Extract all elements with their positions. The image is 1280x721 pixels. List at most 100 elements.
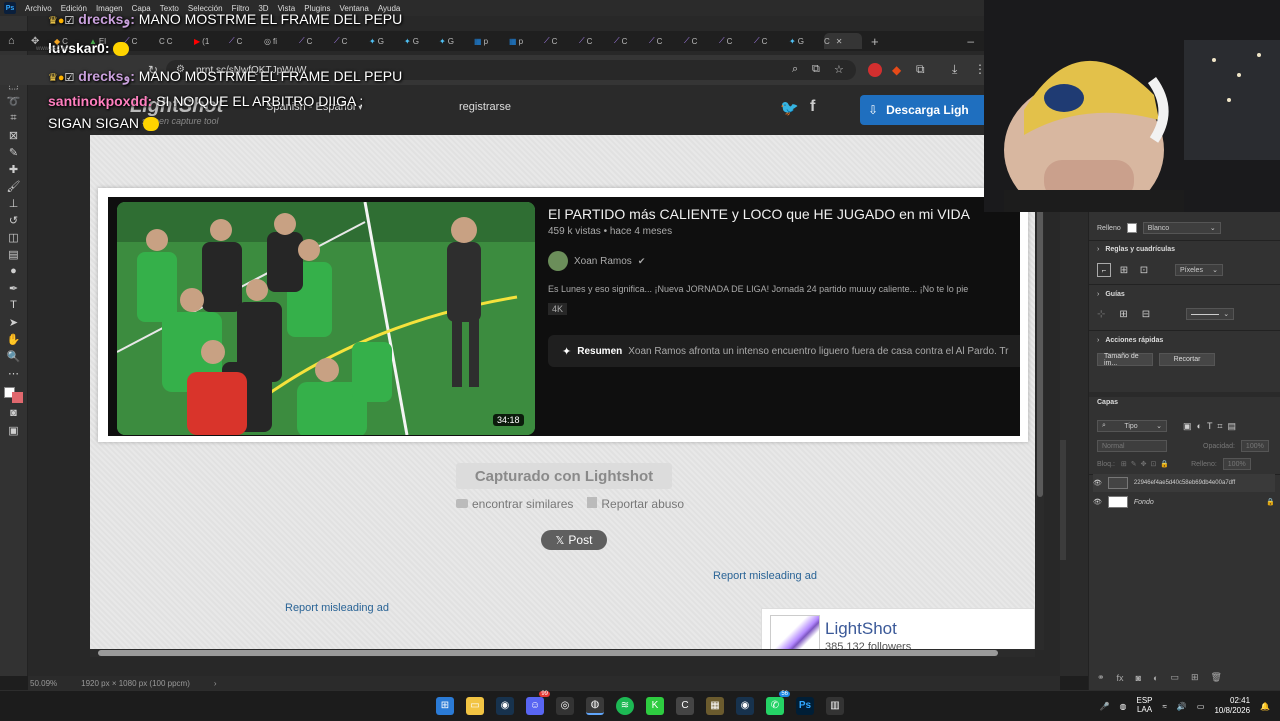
volume-icon[interactable]: 🔊 <box>1177 702 1187 711</box>
opacity-value[interactable]: 100% <box>1240 440 1269 452</box>
zoom-level[interactable]: 50.09% <box>30 679 57 688</box>
horizontal-scrollbar[interactable] <box>90 649 1035 657</box>
dodge-tool-icon[interactable]: ● <box>6 264 22 278</box>
eye-icon[interactable]: 👁 <box>1093 479 1102 487</box>
extension-icon[interactable] <box>868 63 882 77</box>
more-tools-icon[interactable]: ⋯ <box>6 366 22 380</box>
browser-tab[interactable]: ▦ p <box>474 33 506 49</box>
collapse-icon[interactable]: › <box>1097 337 1099 344</box>
browser-tab[interactable]: ⟋ C <box>579 33 611 49</box>
browser-tab[interactable]: ▦ p <box>509 33 541 49</box>
microphone-icon[interactable]: 🎤 <box>1100 702 1110 711</box>
browser-tab[interactable]: ✦ G <box>789 33 821 49</box>
clock[interactable]: 02:41 10/8/2026 <box>1214 696 1250 715</box>
register-link[interactable]: registrarse <box>459 101 511 113</box>
eye-icon[interactable]: 👁 <box>1093 498 1102 506</box>
guides-section-title[interactable]: Guías <box>1105 291 1124 298</box>
layers-title[interactable]: Capas <box>1097 399 1118 406</box>
guide-add-icon[interactable]: ⊞ <box>1119 309 1127 320</box>
units-dropdown[interactable]: Píxeles ⌄ <box>1175 264 1223 276</box>
image-size-button[interactable]: Tamaño de im... <box>1097 353 1153 367</box>
fill-value[interactable]: 100% <box>1222 458 1251 470</box>
browser-tab[interactable]: ⟋ C <box>719 33 751 49</box>
lock-icons[interactable]: ⊞✎✥⊡🔒 <box>1121 460 1173 468</box>
layer-row[interactable]: 👁 22946ef4ae5d40c58eb69db4e00a7dff <box>1093 474 1275 492</box>
spotify-icon[interactable]: ≋ <box>616 696 634 715</box>
download-icon[interactable]: ⤓ <box>952 62 957 77</box>
extensions-puzzle-icon[interactable]: ⧉ <box>916 62 925 77</box>
channel-link[interactable]: Xoan Ramos ✔ <box>548 251 645 271</box>
battery-icon[interactable]: ▭ <box>1197 702 1205 711</box>
blend-mode-dropdown[interactable]: Normal <box>1097 440 1167 452</box>
bookmark-star-icon[interactable]: ☆ <box>834 63 844 76</box>
color-swatches[interactable] <box>4 387 23 403</box>
layer-name[interactable]: Fondo <box>1134 499 1154 506</box>
browser-tab[interactable]: ✦ G <box>439 33 471 49</box>
ruler-icon[interactable]: ⌐ <box>1097 263 1111 277</box>
report-misleading-ad-link[interactable]: Report misleading ad <box>285 602 389 614</box>
screen-mode-icon[interactable]: ▣ <box>6 423 22 437</box>
link-icon[interactable]: ⚭ <box>1097 672 1105 683</box>
zoom-icon[interactable]: ⌕ <box>792 63 798 76</box>
new-layer-icon[interactable]: ⊞ <box>1191 672 1199 683</box>
pen-tool-icon[interactable]: ✒ <box>6 281 22 295</box>
guide-layout-icon[interactable]: ⊹ <box>1097 309 1105 320</box>
lightshot-facebook-widget[interactable]: LightShot 385,132 followers <box>761 608 1035 650</box>
facebook-icon[interactable]: f <box>810 98 815 116</box>
start-windows-icon[interactable]: ⊞ <box>436 696 454 715</box>
group-icon[interactable]: ▭ <box>1170 672 1179 683</box>
eyedropper-tool-icon[interactable]: ✎ <box>6 145 22 159</box>
app-icon[interactable]: ▦ <box>706 696 724 715</box>
mask-icon[interactable]: ◙ <box>1136 673 1141 683</box>
video-thumbnail[interactable]: 34:18 <box>117 202 535 435</box>
home-icon[interactable]: ⌂ <box>8 35 28 47</box>
guide-style-dropdown[interactable]: ⌄ <box>1186 308 1235 320</box>
healing-tool-icon[interactable]: ✚ <box>6 162 22 176</box>
x-post-button[interactable]: 𝕏 Post <box>541 530 607 550</box>
trash-icon[interactable]: 🗑 <box>1211 672 1222 683</box>
chevron-right-icon[interactable]: › <box>214 679 217 688</box>
type-tool-icon[interactable]: T <box>6 298 22 312</box>
obs-icon[interactable]: ◎ <box>556 696 574 715</box>
quick-actions-title[interactable]: Acciones rápidas <box>1105 337 1163 344</box>
hand-tool-icon[interactable]: ✋ <box>6 332 22 346</box>
crop-button[interactable]: Recortar <box>1159 353 1215 366</box>
browser-tab-active[interactable]: C ✕ <box>824 33 862 49</box>
network-icon[interactable]: ◍ <box>1120 702 1127 711</box>
fill-swatch[interactable] <box>1126 223 1137 233</box>
browser-tab[interactable]: ⟋ C <box>614 33 646 49</box>
report-misleading-ad-link[interactable]: Report misleading ad <box>713 570 817 582</box>
photoshop-taskbar-icon[interactable]: Ps <box>796 696 814 715</box>
close-tab-icon[interactable]: ✕ <box>836 37 843 46</box>
vertical-scrollbar[interactable] <box>1036 135 1044 650</box>
ai-summary[interactable]: ✦ Resumen Xoan Ramos afronta un intenso … <box>548 335 1020 367</box>
guides-grid-icon[interactable]: ⊡ <box>1137 263 1151 277</box>
download-button[interactable]: ⇩ Descarga Ligh <box>860 95 990 125</box>
widget-page-name[interactable]: LightShot <box>825 619 897 639</box>
browser-tab[interactable]: ⟋ C <box>544 33 576 49</box>
steam-icon[interactable]: ◉ <box>736 696 754 715</box>
report-abuse-link[interactable]: Reportar abuso <box>587 497 684 511</box>
find-similar-link[interactable]: encontrar similares <box>456 497 573 511</box>
new-tab-icon[interactable]: + <box>871 34 879 49</box>
relleno-dropdown[interactable]: Blanco ⌄ <box>1142 222 1221 234</box>
fx-icon[interactable]: fx <box>1117 673 1124 683</box>
layer-filter-icons[interactable]: ▣◐T⌗▤ <box>1183 421 1241 432</box>
scrollbar-thumb[interactable] <box>98 650 998 656</box>
twitter-icon[interactable]: 🐦 <box>780 99 799 117</box>
ps-panel-scroll[interactable] <box>1060 440 1066 560</box>
notifications-icon[interactable]: 🔔 <box>1260 702 1270 711</box>
background-color[interactable] <box>12 392 23 403</box>
collapse-icon[interactable]: › <box>1097 291 1099 298</box>
layer-filter-dropdown[interactable]: ⌕ Tipo ⌄ <box>1097 420 1167 432</box>
adjustment-icon[interactable]: ◐ <box>1153 673 1158 683</box>
path-selection-icon[interactable]: ➤ <box>6 315 22 329</box>
wifi-icon[interactable]: ≈ <box>1163 702 1167 711</box>
grid-icon[interactable]: ⊞ <box>1117 263 1131 277</box>
lasso-tool-icon[interactable]: ➰ <box>6 94 22 108</box>
browser-tab[interactable]: ⟋ C <box>649 33 681 49</box>
quick-mask-icon[interactable]: ◙ <box>6 406 22 420</box>
frame-tool-icon[interactable]: ⊠ <box>6 128 22 142</box>
grid-section-title[interactable]: Reglas y cuadrículas <box>1105 246 1175 253</box>
install-app-icon[interactable]: ⧉ <box>812 63 820 76</box>
